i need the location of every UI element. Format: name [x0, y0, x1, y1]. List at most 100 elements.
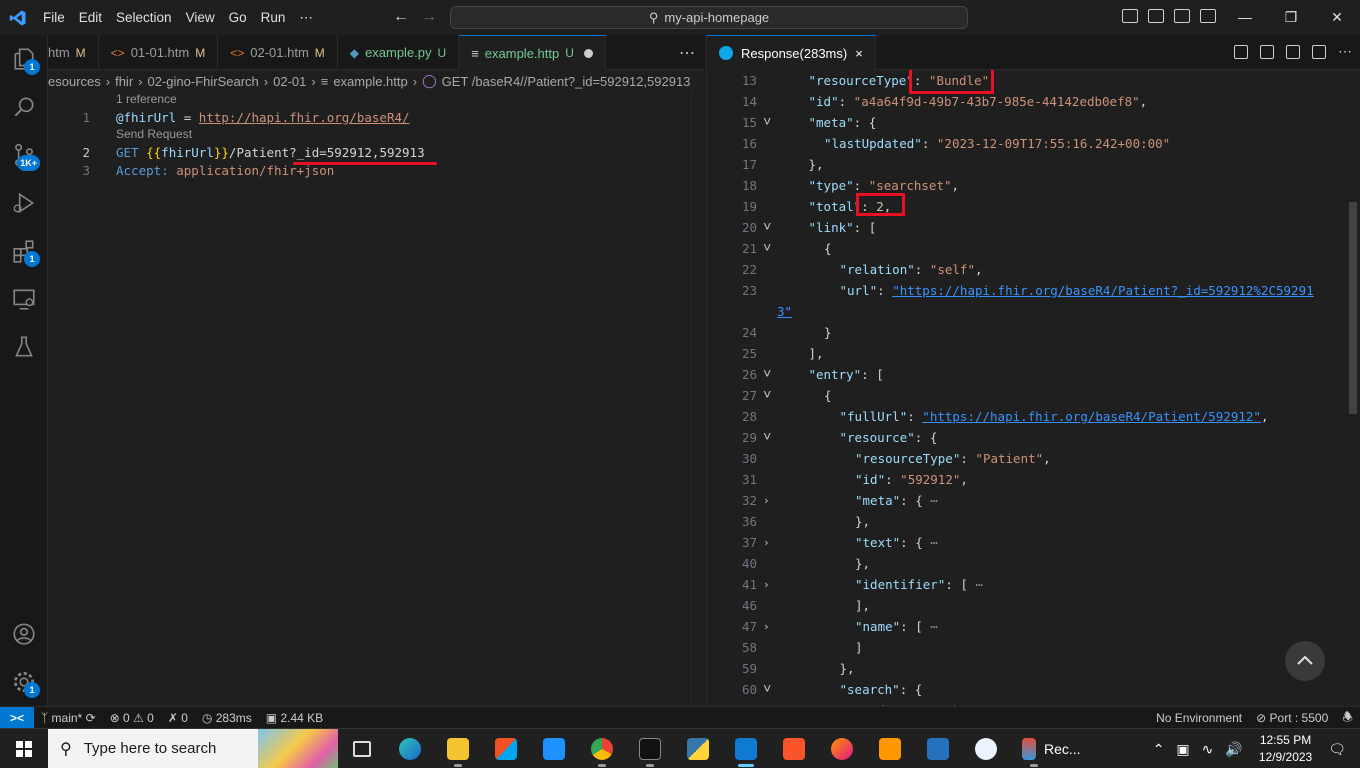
recorder-app[interactable]: Rec...	[1010, 729, 1082, 768]
brave-browser-icon[interactable]	[770, 729, 818, 768]
close-window-icon[interactable]: ✕	[1314, 0, 1360, 35]
menu-selection[interactable]: Selection	[109, 0, 179, 35]
breadcrumb-item[interactable]: 02-01	[273, 74, 306, 89]
response-size: ▣ 2.44 KB	[265, 710, 324, 725]
chevron-right-icon[interactable]: ›	[763, 532, 770, 553]
terminal-icon[interactable]	[626, 729, 674, 768]
environment-selector[interactable]: No Environment	[1149, 711, 1249, 725]
menu-run[interactable]: Run	[254, 0, 293, 35]
sublime-text-icon[interactable]	[866, 729, 914, 768]
menu-more[interactable]: ⋯	[292, 0, 320, 35]
chevron-down-icon[interactable]: ˅	[763, 679, 771, 700]
scrollbar-thumb[interactable]	[1349, 202, 1357, 414]
restore-icon[interactable]: ❐	[1268, 0, 1314, 35]
file-explorer-icon[interactable]	[434, 729, 482, 768]
codelens-references[interactable]: 1 reference	[116, 92, 177, 106]
settings-gear-icon[interactable]: 1	[0, 658, 48, 706]
breadcrumb-item[interactable]: 02-gino-FhirSearch	[148, 74, 259, 89]
problems-indicator[interactable]: ⊗ 0 ⚠ 0	[103, 711, 161, 725]
json-link[interactable]: 3"	[777, 304, 792, 319]
tab-example-http[interactable]: ≡ example.http U	[459, 35, 606, 70]
device-icon[interactable]: ▣	[1170, 741, 1195, 758]
volume-icon[interactable]: 🔊	[1219, 741, 1248, 758]
chevron-down-icon[interactable]: ˅	[763, 427, 771, 448]
toggle-primary-sidebar-icon[interactable]	[1122, 9, 1138, 23]
firefox-icon[interactable]	[818, 729, 866, 768]
editor-scrollbar[interactable]	[691, 92, 705, 706]
copy-icon[interactable]	[1286, 45, 1300, 59]
menu-go[interactable]: Go	[222, 0, 254, 35]
menu-edit[interactable]: Edit	[72, 0, 109, 35]
breadcrumb-item[interactable]: example.http	[333, 74, 407, 89]
tab-response[interactable]: Response(283ms) ×	[707, 35, 876, 70]
tab-01-01-htm[interactable]: <> 01-01.htm M	[99, 35, 219, 70]
save-body-icon[interactable]	[1260, 45, 1274, 59]
tab-htm[interactable]: htm M	[48, 35, 99, 70]
response-scrollbar[interactable]	[1346, 70, 1360, 706]
variable-url[interactable]: http://hapi.fhir.org/baseR4/	[199, 110, 410, 125]
toggle-secondary-sidebar-icon[interactable]	[1174, 9, 1190, 23]
taskbar-search[interactable]: ⚲ Type here to search	[48, 728, 338, 768]
json-link[interactable]: "https://hapi.fhir.org/baseR4/Patient/59…	[922, 409, 1261, 424]
remote-explorer-icon[interactable]	[0, 275, 48, 323]
json-link[interactable]: "https://hapi.fhir.org/baseR4/Patient?_i…	[892, 283, 1313, 298]
start-button[interactable]	[0, 729, 48, 768]
chevron-right-icon[interactable]: ›	[763, 490, 770, 511]
extensions-icon[interactable]: 1	[0, 227, 48, 275]
search-view-icon[interactable]	[0, 83, 48, 131]
chevron-down-icon[interactable]: ˅	[763, 238, 771, 259]
scroll-to-top-button[interactable]	[1285, 641, 1325, 681]
edge-browser-icon[interactable]	[386, 729, 434, 768]
unsaved-dot-icon[interactable]	[583, 48, 593, 58]
close-tab-icon[interactable]: ×	[855, 46, 863, 61]
command-center[interactable]: ⚲ my-api-homepage	[450, 6, 968, 29]
more-actions-icon[interactable]: ⋯	[679, 43, 695, 63]
remote-indicator-icon[interactable]: ><	[0, 706, 34, 729]
run-debug-icon[interactable]	[0, 179, 48, 227]
explorer-icon[interactable]: 1	[0, 35, 48, 83]
task-view-icon[interactable]	[338, 729, 386, 768]
more-actions-icon[interactable]: ⋯	[1338, 44, 1352, 59]
menu-view[interactable]: View	[179, 0, 222, 35]
chevron-down-icon[interactable]: ˅	[763, 385, 771, 406]
show-hidden-icons-chevron-up-icon[interactable]: ⌃	[1147, 741, 1171, 758]
breadcrumb-item[interactable]: GET /baseR4//Patient?_id=592912,592913	[442, 74, 691, 89]
branch-indicator[interactable]: ᛉ main* ⟳	[34, 711, 103, 725]
accounts-icon[interactable]	[0, 610, 48, 658]
powershell-icon[interactable]	[914, 729, 962, 768]
chevron-down-icon[interactable]: ˅	[763, 217, 771, 238]
save-response-icon[interactable]	[1234, 45, 1248, 59]
forward-arrow-icon[interactable]: →	[421, 8, 437, 26]
toggle-panel-icon[interactable]	[1148, 9, 1164, 23]
chevron-right-icon[interactable]: ›	[763, 616, 770, 637]
notifications-bell-icon[interactable]: 🕭	[1335, 708, 1360, 729]
chevron-down-icon[interactable]: ˅	[763, 112, 771, 133]
response-body[interactable]: 13 "resourceType": "Bundle", 14 "id": "a4a6…	[707, 70, 1347, 706]
back-arrow-icon[interactable]: ←	[393, 8, 409, 26]
ports-indicator[interactable]: ✗ 0	[161, 711, 195, 725]
chrome-icon[interactable]	[578, 729, 626, 768]
breadcrumb-item[interactable]: fhir	[115, 74, 133, 89]
clock[interactable]: 12:55 PM 12/9/2023	[1249, 732, 1322, 766]
testing-icon[interactable]	[0, 323, 48, 371]
mail-icon[interactable]	[530, 729, 578, 768]
customize-layout-icon[interactable]	[1200, 9, 1216, 23]
live-server-port[interactable]: ⊘ Port : 5500	[1249, 711, 1335, 725]
menu-file[interactable]: File	[36, 0, 72, 35]
wifi-icon[interactable]: ∿	[1196, 741, 1220, 758]
vscode-taskbar-icon[interactable]	[722, 729, 770, 768]
codelens-send-request[interactable]: Send Request	[116, 127, 192, 141]
breadcrumb-item[interactable]: esources	[48, 74, 101, 89]
chevron-right-icon[interactable]: ›	[763, 574, 770, 595]
python-installer-icon[interactable]	[674, 729, 722, 768]
line-number: 19	[741, 199, 757, 214]
split-editor-icon[interactable]	[1312, 45, 1326, 59]
app-d-icon[interactable]	[962, 729, 1010, 768]
minimize-icon[interactable]: —	[1222, 0, 1268, 35]
tab-example-py[interactable]: ◆ example.py U	[338, 35, 460, 70]
chevron-down-icon[interactable]: ˅	[763, 364, 771, 385]
tab-02-01-htm[interactable]: <> 02-01.htm M	[218, 35, 338, 70]
notification-center-icon[interactable]: 🗨	[1322, 741, 1360, 758]
source-control-icon[interactable]: 1K+	[0, 131, 48, 179]
microsoft-store-icon[interactable]	[482, 729, 530, 768]
